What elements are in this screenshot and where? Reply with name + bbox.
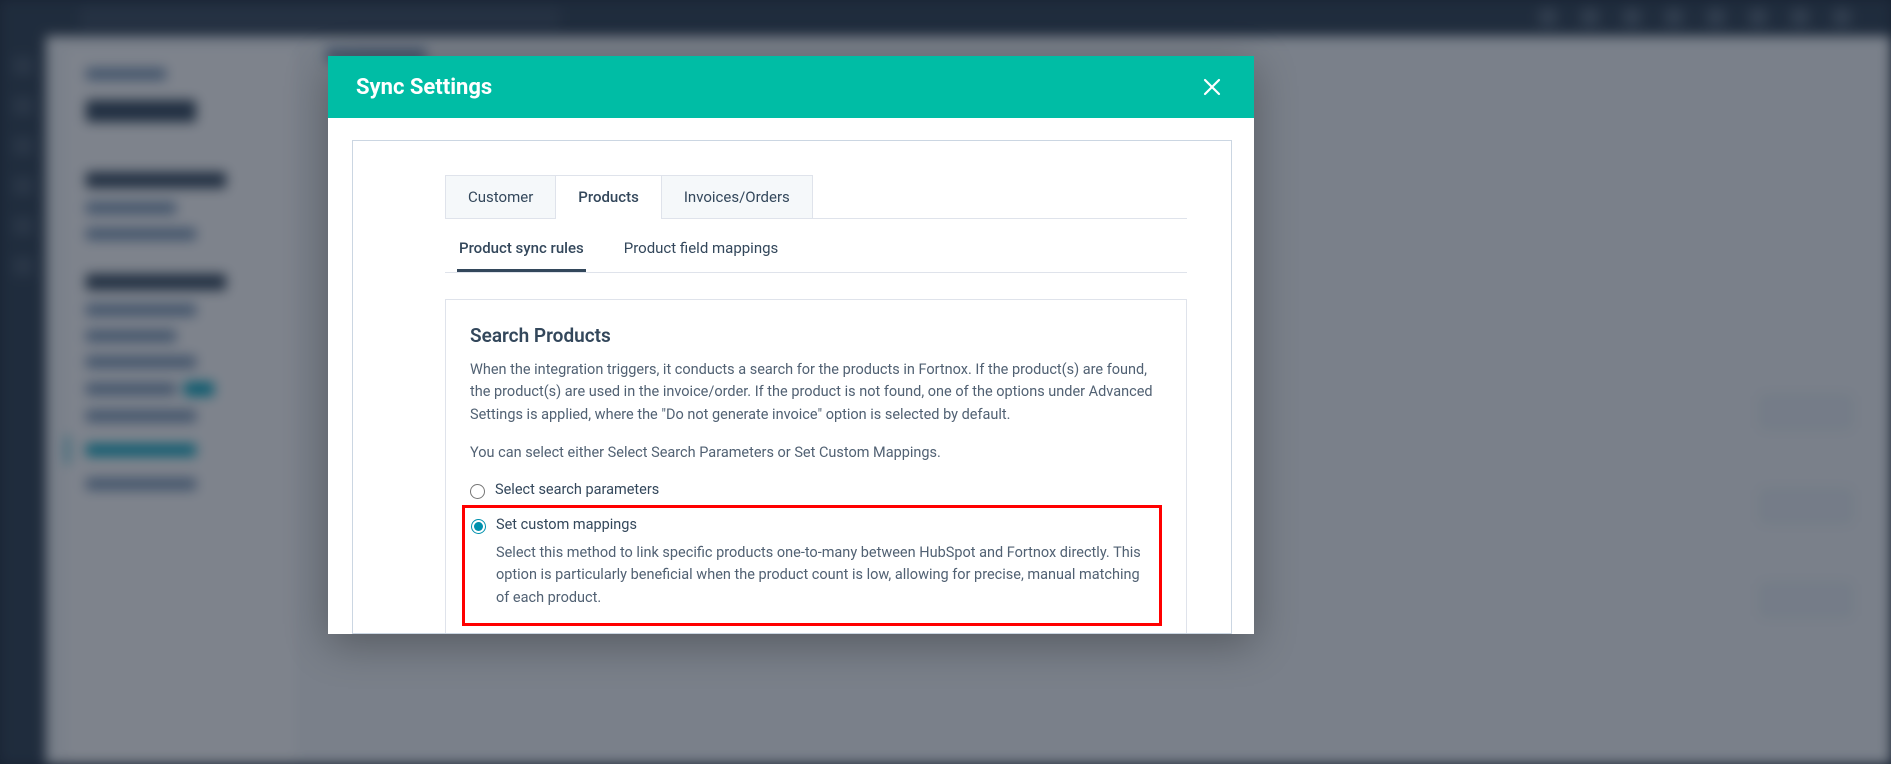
main-tabs: Customer Products Invoices/Orders — [445, 175, 1187, 219]
modal-header: Sync Settings — [328, 56, 1254, 118]
highlight-box: Set custom mappings Select this method t… — [462, 505, 1162, 626]
radio-label-search-parameters: Select search parameters — [495, 481, 659, 498]
subtab-product-field-mappings[interactable]: Product field mappings — [622, 225, 781, 272]
search-products-panel: Search Products When the integration tri… — [445, 299, 1187, 634]
radio-input-custom-mappings[interactable] — [471, 519, 486, 534]
modal-body[interactable]: Customer Products Invoices/Orders Produc… — [352, 140, 1232, 634]
radio-set-custom-mappings[interactable]: Set custom mappings — [471, 516, 1147, 534]
radio-select-search-parameters[interactable]: Select search parameters — [470, 481, 1162, 499]
modal-title: Sync Settings — [356, 75, 492, 100]
subtab-product-sync-rules[interactable]: Product sync rules — [457, 225, 586, 272]
panel-description-2: You can select either Select Search Para… — [470, 442, 1162, 464]
panel-description-1: When the integration triggers, it conduc… — [470, 359, 1162, 426]
modal-body-wrap: Customer Products Invoices/Orders Produc… — [328, 118, 1254, 634]
tab-invoices-orders[interactable]: Invoices/Orders — [661, 175, 813, 218]
radio-input-search-parameters[interactable] — [470, 484, 485, 499]
panel-title: Search Products — [470, 324, 1162, 347]
close-icon[interactable] — [1198, 73, 1226, 101]
tab-products[interactable]: Products — [555, 175, 662, 218]
tab-customer[interactable]: Customer — [445, 175, 556, 218]
radio-label-custom-mappings: Set custom mappings — [496, 516, 637, 533]
custom-mappings-description: Select this method to link specific prod… — [496, 542, 1147, 609]
sub-tabs: Product sync rules Product field mapping… — [445, 225, 1187, 273]
sync-settings-modal: Sync Settings Customer Products Invoices… — [328, 56, 1254, 634]
